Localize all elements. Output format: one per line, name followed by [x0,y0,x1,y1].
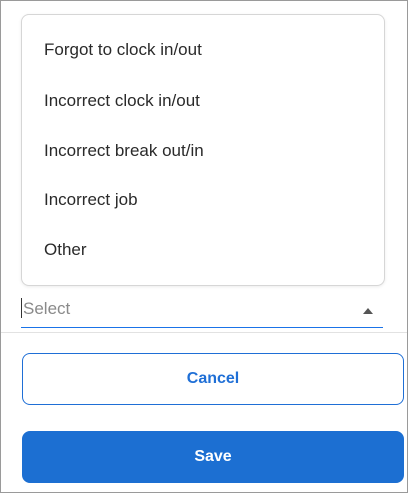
option-incorrect-clock[interactable]: Incorrect clock in/out [44,91,200,111]
select-placeholder: Select [23,299,71,318]
save-button[interactable]: Save [22,431,404,483]
reason-select[interactable]: Select [21,293,383,328]
cancel-button[interactable]: Cancel [22,353,404,405]
option-forgot-to-clock[interactable]: Forgot to clock in/out [44,40,202,60]
text-cursor [21,298,22,318]
caret-up-icon[interactable] [363,308,373,314]
option-incorrect-break[interactable]: Incorrect break out/in [44,141,204,161]
divider [1,332,407,333]
option-other[interactable]: Other [44,240,87,260]
dialog-panel: Forgot to clock in/out Incorrect clock i… [0,0,408,493]
option-incorrect-job[interactable]: Incorrect job [44,190,138,210]
reason-dropdown-menu: Forgot to clock in/out Incorrect clock i… [21,14,385,286]
